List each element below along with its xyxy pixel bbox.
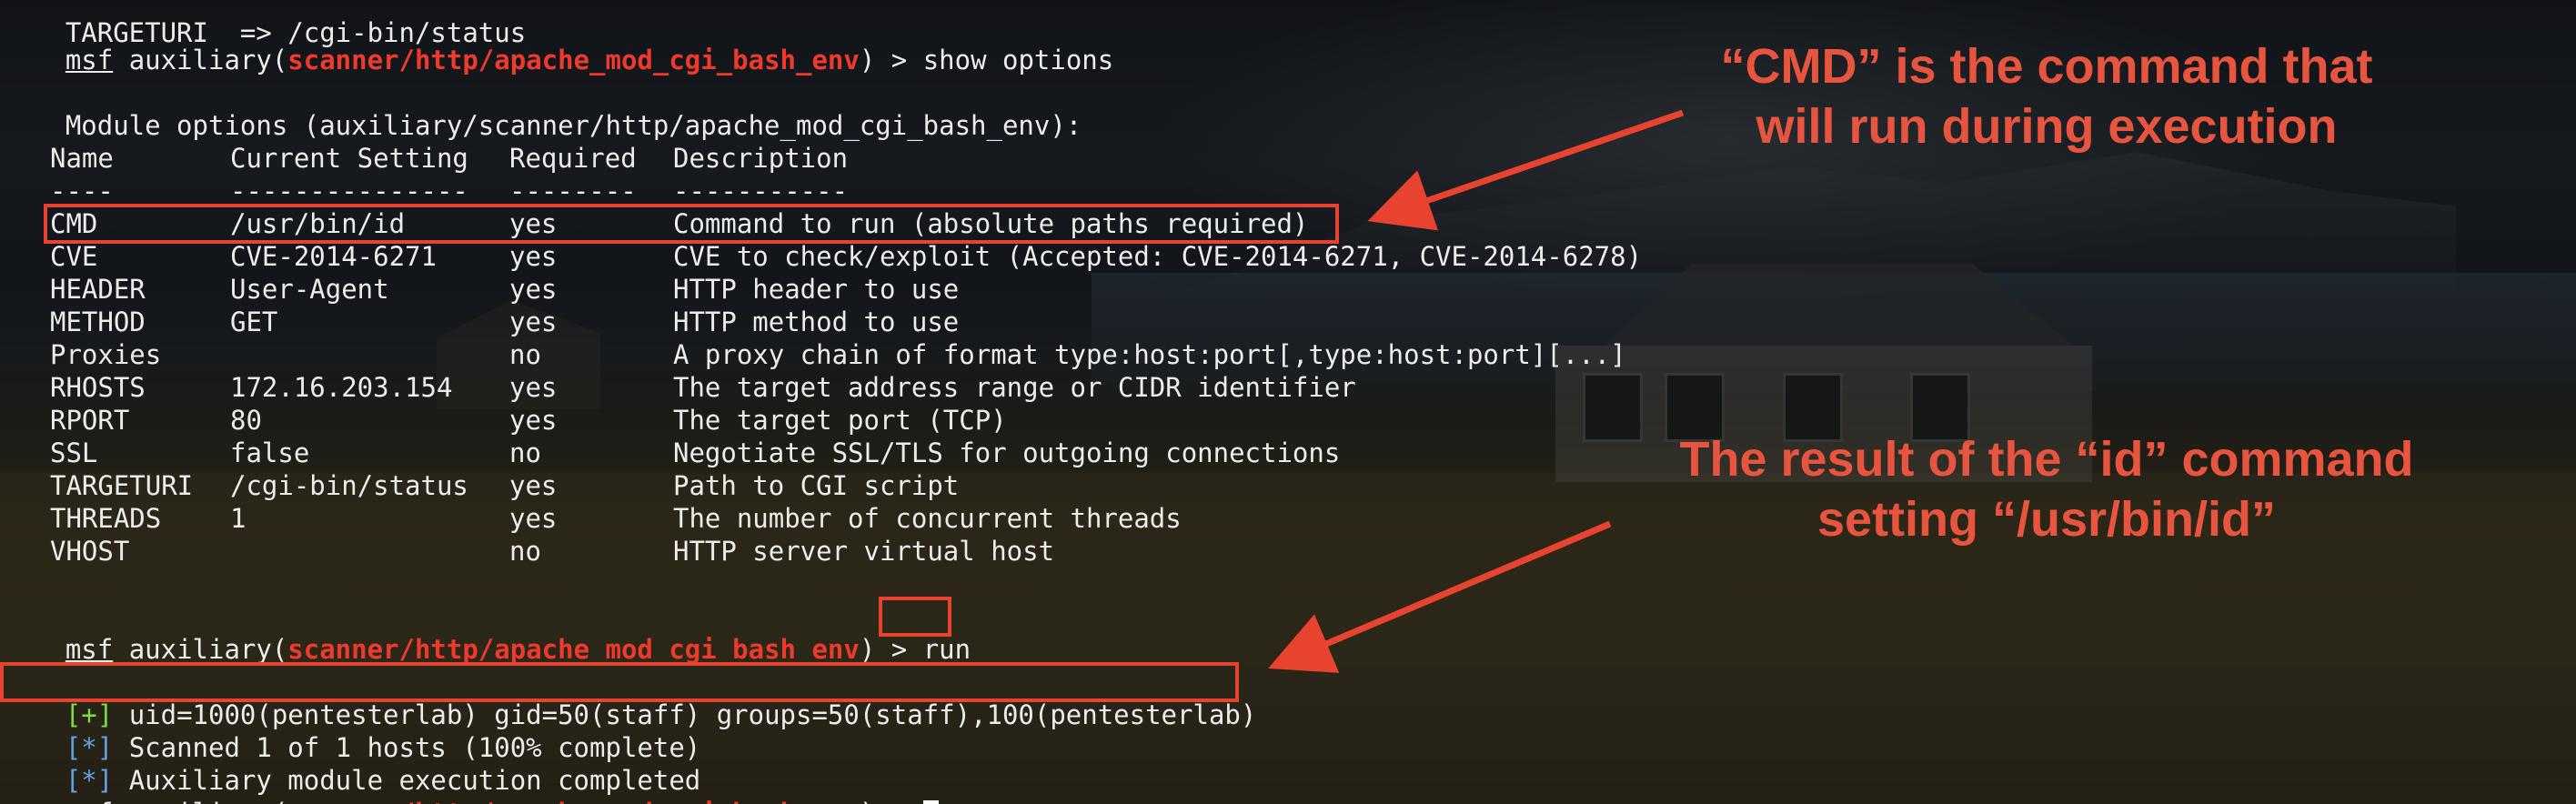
annotation-arrows (1268, 109, 1685, 673)
cmd-arrow (1367, 109, 1685, 231)
result-arrow (1268, 520, 1612, 673)
